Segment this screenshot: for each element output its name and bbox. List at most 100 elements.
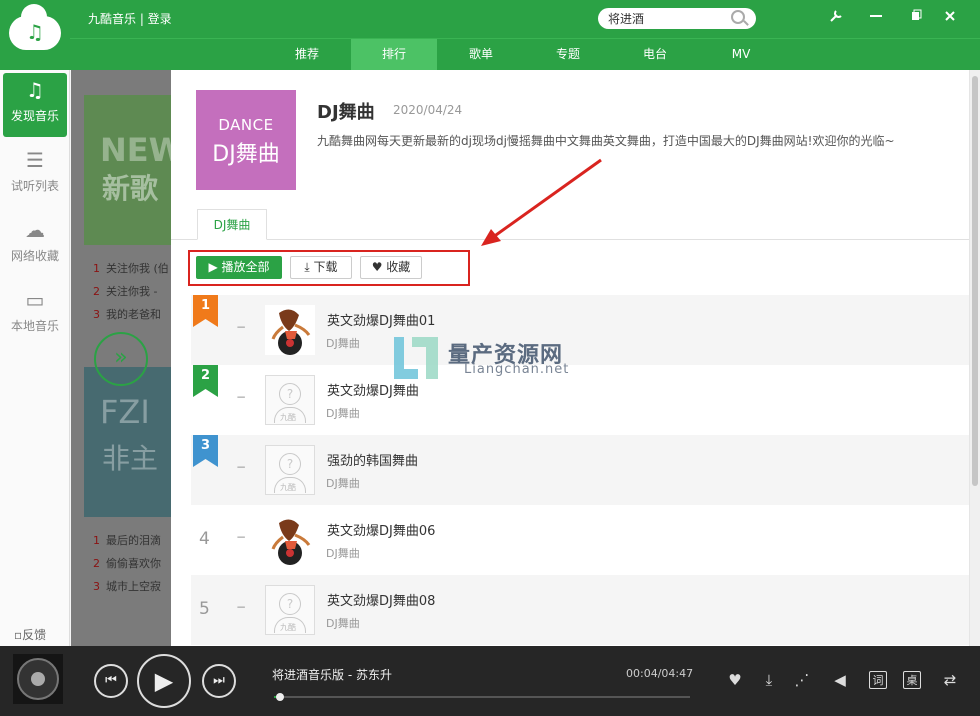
placeholder-user-icon: ? [279, 383, 301, 405]
skip-forward-icon: ⏭ [213, 673, 225, 688]
progress-knob[interactable] [276, 693, 285, 701]
scrollbar[interactable] [969, 70, 980, 646]
favorite-label: 收藏 [386, 260, 411, 274]
track-row[interactable]: 5 − ? 九酷 英文劲爆DJ舞曲08 DJ舞曲 [191, 575, 969, 645]
placeholder-caption: 九酷 [280, 623, 296, 632]
rank-change-indicator: − [236, 390, 247, 404]
tab-topics[interactable]: 专题 [525, 39, 611, 71]
scrollbar-thumb[interactable] [972, 76, 978, 486]
placeholder-caption: 九酷 [280, 413, 296, 422]
placeholder-caption: 九酷 [280, 483, 296, 492]
album-art[interactable] [265, 305, 315, 355]
rank-number: 4 [199, 529, 210, 549]
desktop-lyrics-button[interactable]: 桌 [903, 671, 921, 689]
play-icon: ▶ [208, 260, 222, 274]
rank-number: 5 [199, 599, 210, 619]
download-icon[interactable]: ⤓ [759, 670, 779, 690]
monitor-icon: ▭ [25, 288, 45, 312]
sidebar-item-local-music[interactable]: ▭ 本地音乐 [3, 283, 67, 347]
sidebar-item-cloud-favorites[interactable]: ☁ 网络收藏 [3, 213, 67, 277]
feedback-label: 反馈 [22, 628, 47, 642]
rank-badge: 3 [193, 435, 218, 467]
album-art-placeholder[interactable]: ? 九酷 [265, 585, 315, 635]
tool-icon[interactable] [826, 9, 846, 29]
search-icon[interactable] [731, 10, 745, 24]
favorite-button[interactable]: ♥ 收藏 [360, 256, 422, 279]
tab-radio[interactable]: 电台 [612, 39, 698, 71]
minimize-icon[interactable] [866, 9, 886, 29]
tab-playlists[interactable]: 歌单 [438, 39, 524, 71]
page-title: DJ舞曲 [317, 102, 375, 123]
tab-mv[interactable]: MV [698, 39, 784, 71]
play-all-button[interactable]: ▶ 播放全部 [196, 256, 282, 279]
download-button[interactable]: ⤓ 下载 [290, 256, 352, 279]
track-album[interactable]: DJ舞曲 [326, 335, 360, 351]
bg-card-new-songs: NEW 新歌 [84, 95, 171, 245]
tab-recommend[interactable]: 推荐 [264, 39, 350, 71]
bg-card-non-mainstream: FZI 非主 [84, 367, 171, 517]
previous-button[interactable]: ⏮ [94, 664, 128, 698]
tab-ranking[interactable]: 排行 [351, 39, 437, 71]
playback-time: 00:04/04:47 [626, 667, 694, 680]
repeat-icon[interactable]: ⇄ [940, 670, 960, 690]
cover-line-2: DJ舞曲 [212, 142, 280, 167]
music-note-icon: ♫ [26, 20, 44, 44]
rank-change-indicator: − [236, 320, 247, 334]
sidebar-item-listen-list[interactable]: ☰ 试听列表 [3, 143, 67, 207]
heart-icon[interactable]: ♥ [725, 670, 745, 690]
share-icon[interactable]: ⋰ [792, 670, 812, 690]
volume-icon[interactable]: ◀ [830, 670, 850, 690]
rank-badge: 1 [193, 295, 218, 327]
sidebar: ♫ 发现音乐 ☰ 试听列表 ☁ 网络收藏 ▭ 本地音乐 ▫反馈 [0, 70, 70, 646]
list-item: 2 关注你我 - [93, 285, 158, 298]
watermark: 量产资源网 Liangchan.net [390, 333, 600, 385]
player-bar: ⏮ ▶ ⏭ 将进酒音乐版 - 苏东升 00:04/04:47 ♥ ⤓ ⋰ ◀ 词… [0, 646, 980, 716]
chat-icon: ▫ [14, 628, 23, 642]
restore-icon[interactable] [906, 9, 926, 29]
track-title[interactable]: 英文劲爆DJ舞曲08 [327, 590, 435, 609]
list-item: 2 偷偷喜欢你 [93, 557, 161, 570]
track-album[interactable]: DJ舞曲 [326, 545, 360, 561]
track-row[interactable]: 4 − 英文劲爆DJ舞曲06 DJ舞曲 [191, 505, 969, 575]
rank-change-indicator: − [236, 460, 247, 474]
rank-badge: 2 [193, 365, 218, 397]
track-title[interactable]: 强劲的韩国舞曲 [327, 450, 418, 469]
skip-back-icon: ⏮ [105, 673, 117, 688]
app-brand-login[interactable]: 九酷音乐 | 登录 [88, 10, 172, 27]
album-art-placeholder[interactable]: ? 九酷 [265, 375, 315, 425]
sidebar-item-label: 本地音乐 [10, 319, 59, 333]
app-logo: ♫ [0, 0, 70, 70]
sidebar-item-label: 网络收藏 [10, 249, 59, 263]
next-button[interactable]: ⏭ [202, 664, 236, 698]
play-pause-button[interactable]: ▶ [137, 654, 191, 708]
title-bar: 九酷音乐 | 登录 [0, 0, 980, 38]
close-icon[interactable] [940, 9, 960, 29]
track-album[interactable]: DJ舞曲 [326, 475, 360, 491]
bg-card-title-cn: 非主 [102, 442, 159, 475]
track-album[interactable]: DJ舞曲 [326, 615, 360, 631]
play-all-label: 播放全部 [221, 260, 270, 274]
list-item: 3 城市上空寂 [93, 580, 161, 593]
tab-dj-dance[interactable]: DJ舞曲 [197, 209, 267, 240]
cloud-icon: ☁ [25, 218, 45, 242]
track-title[interactable]: 英文劲爆DJ舞曲06 [327, 520, 435, 539]
list-icon: ☰ [26, 148, 44, 172]
list-item: 1 关注你我 (伯 [93, 262, 169, 275]
sidebar-item-label: 发现音乐 [10, 109, 59, 123]
now-playing-title: 将进酒音乐版 - 苏东升 [272, 668, 392, 682]
feedback-link[interactable]: ▫反馈 [14, 626, 46, 643]
lyrics-button[interactable]: 词 [869, 671, 887, 689]
watermark-logo [394, 337, 438, 379]
sidebar-item-discover[interactable]: ♫ 发现音乐 [3, 73, 67, 137]
track-title[interactable]: 英文劲爆DJ舞曲01 [327, 310, 435, 329]
now-playing-cover[interactable] [13, 654, 63, 704]
album-art[interactable] [265, 515, 315, 565]
play-icon: ▶ [154, 667, 174, 695]
music-note-icon: ♫ [26, 78, 44, 102]
track-row[interactable]: 3 − ? 九酷 强劲的韩国舞曲 DJ舞曲 [191, 435, 969, 505]
heart-icon: ♥ [371, 260, 387, 274]
progress-bar[interactable] [274, 693, 690, 701]
album-art-placeholder[interactable]: ? 九酷 [265, 445, 315, 495]
chart-cover: DANCE DJ舞曲 [196, 90, 296, 190]
track-album[interactable]: DJ舞曲 [326, 405, 360, 421]
